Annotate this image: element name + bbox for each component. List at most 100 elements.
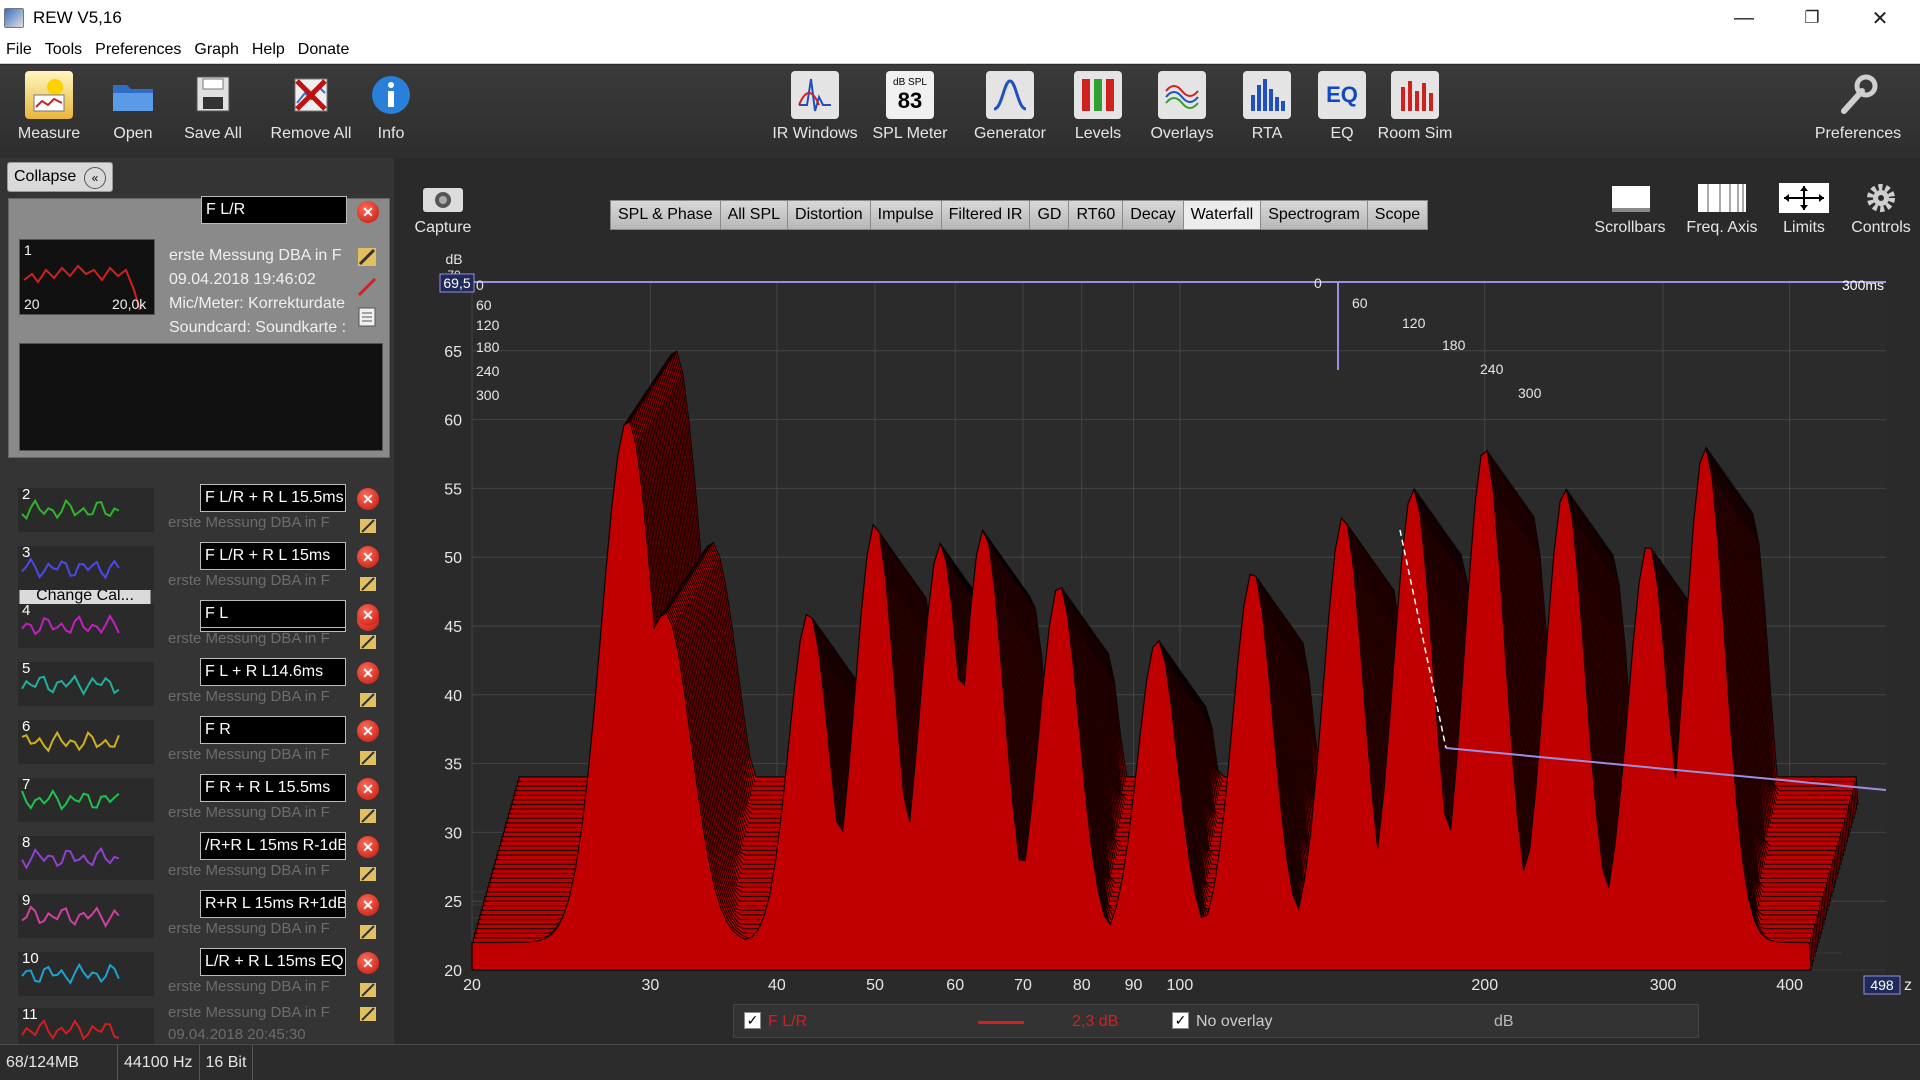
measurement-number: 10 bbox=[22, 950, 39, 967]
delete-icon[interactable]: ✕ bbox=[357, 778, 379, 800]
measurement-name-field[interactable]: L/R + R L 15ms EQ bbox=[200, 948, 346, 976]
delete-icon[interactable]: ✕ bbox=[357, 604, 379, 626]
measurement-name-field[interactable]: F L/R + R L 15.5ms bbox=[200, 484, 346, 512]
close-button[interactable]: ✕ bbox=[1846, 0, 1914, 36]
measurement-thumbnail[interactable] bbox=[18, 778, 154, 822]
info-button[interactable]: Info bbox=[346, 71, 436, 155]
menu-help[interactable]: Help bbox=[252, 41, 285, 59]
measurement-name-field[interactable]: F R + R L 15.5ms bbox=[200, 774, 346, 802]
measurement-name-field[interactable]: /R+R L 15ms R-1dB bbox=[200, 832, 346, 860]
preferences-button[interactable]: Preferences bbox=[1810, 71, 1906, 155]
edit-icon[interactable] bbox=[359, 750, 377, 766]
collapse-label: Collapse bbox=[14, 168, 77, 185]
x-tick-label: 50 bbox=[866, 977, 884, 994]
measurement-row[interactable]: 3 erste Messung DBA in F F L/R + R L 15ms ✕ bbox=[8, 542, 390, 600]
menu-donate[interactable]: Donate bbox=[298, 41, 350, 59]
x-tick-label: 400 bbox=[1776, 977, 1803, 994]
x-tick-label: 20 bbox=[463, 977, 481, 994]
remove-all-button[interactable]: Remove All bbox=[266, 71, 356, 155]
measurement-row[interactable]: 8 erste Messung DBA in F/R+R L 15ms R-1dB… bbox=[8, 832, 390, 890]
measurement-row[interactable]: 5 erste Messung DBA in F F L + R L14.6ms ✕ bbox=[8, 658, 390, 716]
measurement-thumbnail[interactable] bbox=[18, 604, 154, 648]
menu-preferences[interactable]: Preferences bbox=[95, 41, 181, 59]
x-tick-label: 40 bbox=[768, 977, 786, 994]
measurement-thumbnail[interactable] bbox=[18, 720, 154, 764]
open-button[interactable]: Open bbox=[88, 71, 178, 155]
delete-icon[interactable]: ✕ bbox=[357, 952, 379, 974]
thumbnail-graph bbox=[21, 498, 120, 521]
thumbnail-trace bbox=[21, 674, 120, 696]
trace-checkbox[interactable]: ✓ bbox=[744, 1012, 761, 1029]
measurement-name-field[interactable]: R+R L 15ms R+1dB bbox=[200, 890, 346, 918]
menu-graph[interactable]: Graph bbox=[194, 41, 238, 59]
delete-icon[interactable]: ✕ bbox=[357, 201, 379, 223]
edit-icon[interactable] bbox=[359, 576, 377, 592]
delete-icon[interactable]: ✕ bbox=[357, 720, 379, 742]
minimize-button[interactable]: — bbox=[1710, 0, 1778, 36]
measurement-thumbnail[interactable] bbox=[18, 488, 154, 532]
measurement-row[interactable]: 6 erste Messung DBA in F F R ✕ bbox=[8, 716, 390, 774]
collapse-button[interactable]: Collapse « bbox=[7, 162, 113, 192]
edit-icon[interactable] bbox=[359, 866, 377, 882]
measurement-row[interactable]: 9 erste Messung DBA in F R+R L 15ms R+1dB ✕ bbox=[8, 890, 390, 948]
delete-icon[interactable]: ✕ bbox=[357, 488, 379, 510]
edit-icon[interactable] bbox=[359, 924, 377, 940]
sample-rate: 44100 Hz bbox=[118, 1045, 200, 1080]
measurement-thumbnail[interactable] bbox=[18, 836, 154, 880]
menu-tools[interactable]: Tools bbox=[45, 41, 82, 59]
measure-button[interactable]: Measure bbox=[4, 71, 94, 155]
thumbnail-graph bbox=[21, 846, 120, 870]
edit-icon[interactable] bbox=[359, 692, 377, 708]
measurement-row[interactable]: 10 erste Messung DBA in F L/R + R L 15ms E… bbox=[8, 948, 390, 1006]
measurement-name-field[interactable]: F L bbox=[200, 600, 346, 628]
measurement-row[interactable]: 4 erste Messung DBA in F F L ✕ bbox=[8, 600, 390, 658]
save-all-button[interactable]: Save All bbox=[168, 71, 258, 155]
delete-icon[interactable]: ✕ bbox=[357, 894, 379, 916]
notes-icon[interactable] bbox=[357, 307, 377, 327]
ir-windows-button[interactable]: IR Windows bbox=[770, 71, 860, 155]
x-tick-label: 300 bbox=[1650, 977, 1677, 994]
menu-bar: File Tools Preferences Graph Help Donate bbox=[0, 36, 1920, 64]
edit-icon[interactable] bbox=[359, 634, 377, 650]
y-tick-label: 60 bbox=[444, 413, 462, 430]
delete-icon[interactable]: ✕ bbox=[357, 662, 379, 684]
measurement-info: erste Messung DBA in F bbox=[168, 1004, 330, 1021]
color-icon[interactable] bbox=[357, 277, 377, 297]
overlay-checkbox[interactable]: ✓ bbox=[1172, 1012, 1189, 1029]
edit-icon[interactable] bbox=[359, 982, 377, 998]
thumbnail-trace bbox=[21, 962, 120, 985]
restore-button[interactable]: ❐ bbox=[1778, 0, 1846, 36]
edit-icon[interactable] bbox=[359, 808, 377, 824]
measurement-thumbnail[interactable] bbox=[18, 546, 154, 590]
measurement-name-field[interactable]: F R bbox=[200, 716, 346, 744]
room-sim-button[interactable]: Room Sim bbox=[1370, 71, 1460, 155]
thumbnail-trace bbox=[21, 846, 120, 870]
spl-meter-button[interactable]: dB SPL 83 SPL Meter bbox=[865, 71, 955, 155]
notes-area[interactable] bbox=[19, 343, 383, 451]
x-unit-tail: z bbox=[1904, 977, 1912, 994]
rta-icon bbox=[1243, 71, 1291, 119]
overlays-button[interactable]: Overlays bbox=[1137, 71, 1227, 155]
measurement-thumbnail[interactable] bbox=[18, 894, 154, 938]
measurement-name-field[interactable]: F L + R L14.6ms bbox=[200, 658, 346, 686]
delete-icon[interactable]: ✕ bbox=[357, 546, 379, 568]
generator-button[interactable]: Generator bbox=[965, 71, 1055, 155]
current-measurement-thumbnail[interactable]: 1 20 20,0k bbox=[19, 239, 155, 315]
edit-icon[interactable] bbox=[357, 247, 377, 267]
measurement-number: 11 bbox=[22, 1006, 38, 1023]
status-bar: 68/124MB 44100 Hz 16 Bit bbox=[0, 1044, 1920, 1080]
y-tick-label: 65 bbox=[444, 344, 462, 361]
delete-icon[interactable]: ✕ bbox=[357, 836, 379, 858]
remove-icon bbox=[287, 71, 335, 119]
waterfall-plot[interactable]: 20253035404550556065dB7069,5203040506070… bbox=[394, 158, 1920, 1044]
edit-icon[interactable] bbox=[359, 1006, 377, 1022]
measurement-name-field[interactable]: F L/R + R L 15ms bbox=[200, 542, 346, 570]
menu-file[interactable]: File bbox=[6, 41, 32, 59]
measurement-row[interactable]: 2 erste Messung DBA in F F L/R + R L 15.5m… bbox=[8, 484, 390, 542]
measurement-thumbnail[interactable] bbox=[18, 662, 154, 706]
current-measurement-name[interactable]: F L/R bbox=[201, 196, 347, 224]
levels-button[interactable]: Levels bbox=[1053, 71, 1143, 155]
edit-icon[interactable] bbox=[359, 518, 377, 534]
measurement-row[interactable]: 7 erste Messung DBA in F F R + R L 15.5ms ✕ bbox=[8, 774, 390, 832]
wrench-icon bbox=[1834, 71, 1882, 119]
